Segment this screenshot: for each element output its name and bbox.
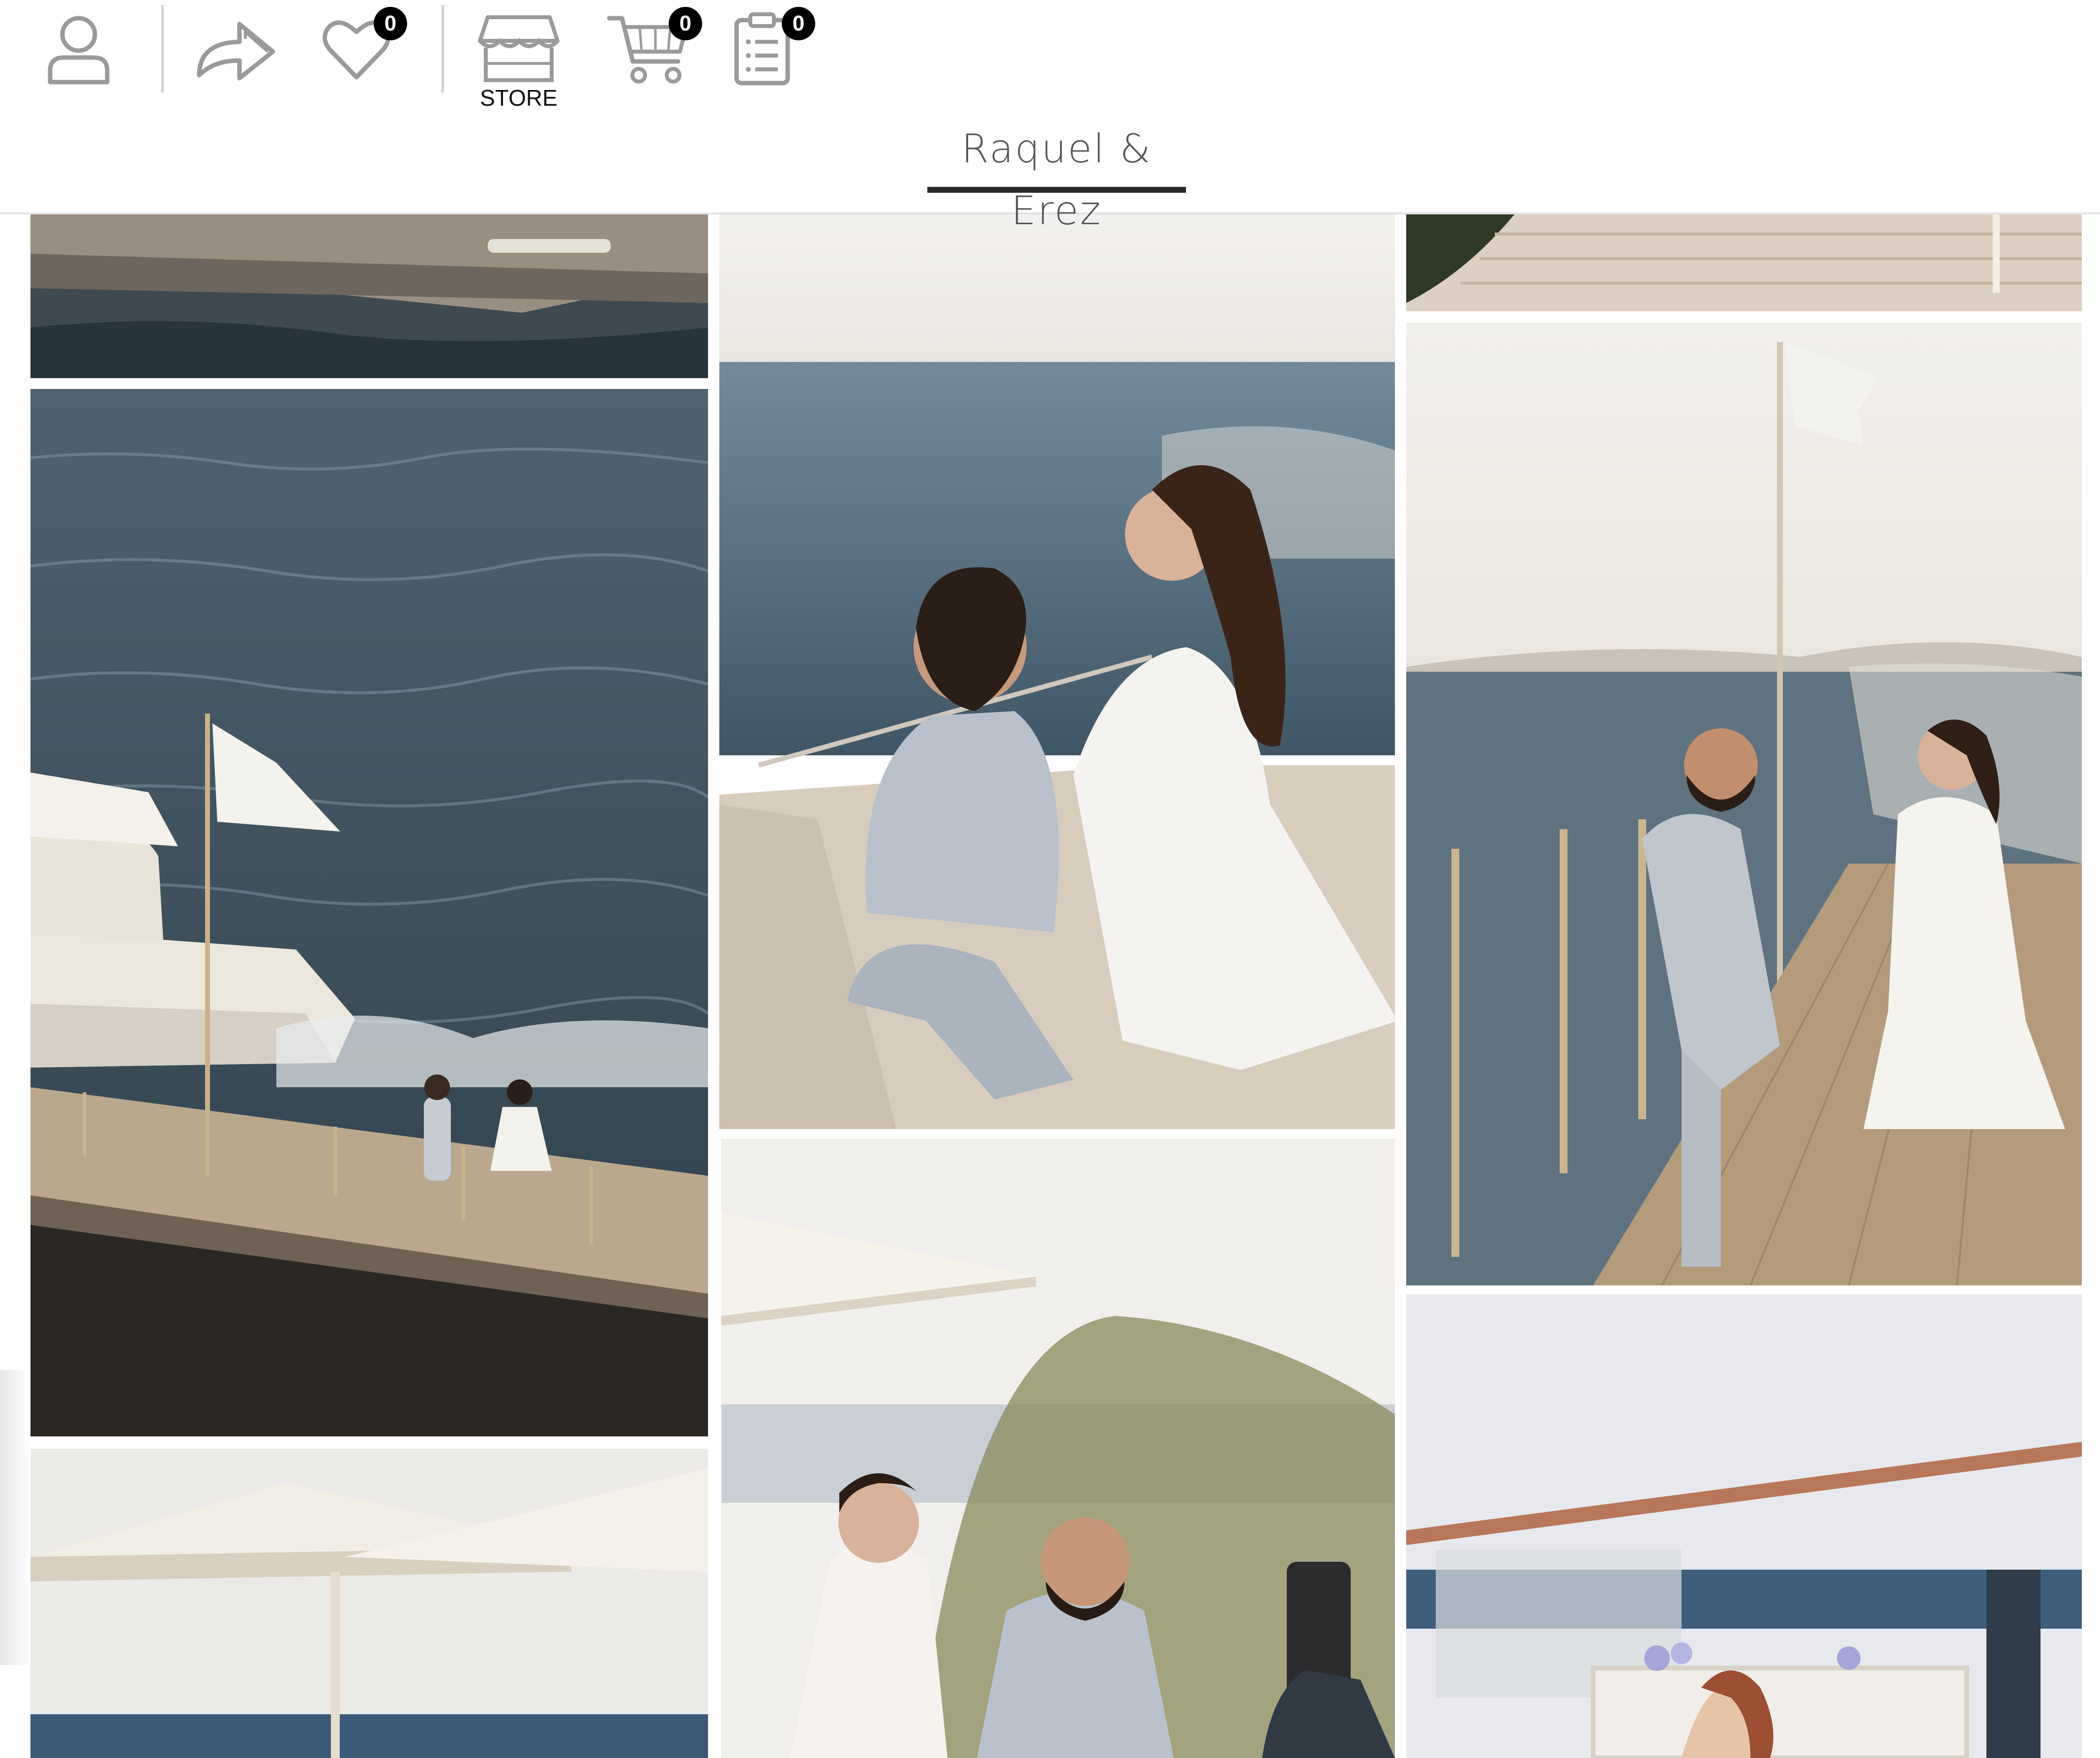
photo-image bbox=[1406, 214, 2082, 311]
share-button[interactable] bbox=[192, 12, 280, 86]
tab-raquel-erez[interactable]: Raquel & Erez bbox=[927, 118, 1186, 234]
photo-umbrellas-by-sea[interactable] bbox=[30, 1449, 708, 1758]
photo-couple-on-yacht[interactable] bbox=[719, 214, 1395, 1129]
photo-image bbox=[1406, 323, 2082, 1285]
account-button[interactable] bbox=[39, 10, 118, 89]
photo-yacht-pier[interactable] bbox=[30, 389, 708, 1436]
photo-image bbox=[30, 389, 708, 1436]
orders-count-badge: 0 bbox=[782, 7, 815, 40]
active-tab-underline bbox=[927, 187, 1186, 193]
user-icon bbox=[48, 16, 110, 85]
photo-easel-portrait-terrace[interactable] bbox=[1406, 1294, 2082, 1758]
top-toolbar: 0 STORE 0 0 Raquel & Erez bbox=[0, 0, 2100, 234]
store-button[interactable] bbox=[472, 11, 565, 85]
cart-count-badge: 0 bbox=[669, 7, 702, 40]
left-edge-shadow bbox=[0, 1370, 30, 1665]
store-label: STORE bbox=[480, 85, 558, 111]
photo-image bbox=[30, 1449, 708, 1758]
photo-marble-steps[interactable] bbox=[1406, 214, 2082, 311]
photo-couple-on-pier[interactable] bbox=[1406, 323, 2082, 1285]
photo-image bbox=[721, 1139, 1395, 1758]
storefront-icon bbox=[478, 15, 560, 82]
photo-pier-bottom[interactable] bbox=[30, 214, 708, 378]
toolbar-divider bbox=[161, 5, 164, 92]
photo-couple-walking-laughing[interactable] bbox=[721, 1139, 1395, 1758]
favorites-count-badge: 0 bbox=[374, 7, 407, 40]
photo-image bbox=[1406, 1294, 2082, 1758]
share-arrow-icon bbox=[197, 22, 275, 81]
photo-image bbox=[30, 214, 708, 378]
photo-gallery bbox=[0, 214, 2100, 1758]
toolbar-divider bbox=[442, 5, 444, 92]
photo-image bbox=[719, 214, 1395, 1129]
